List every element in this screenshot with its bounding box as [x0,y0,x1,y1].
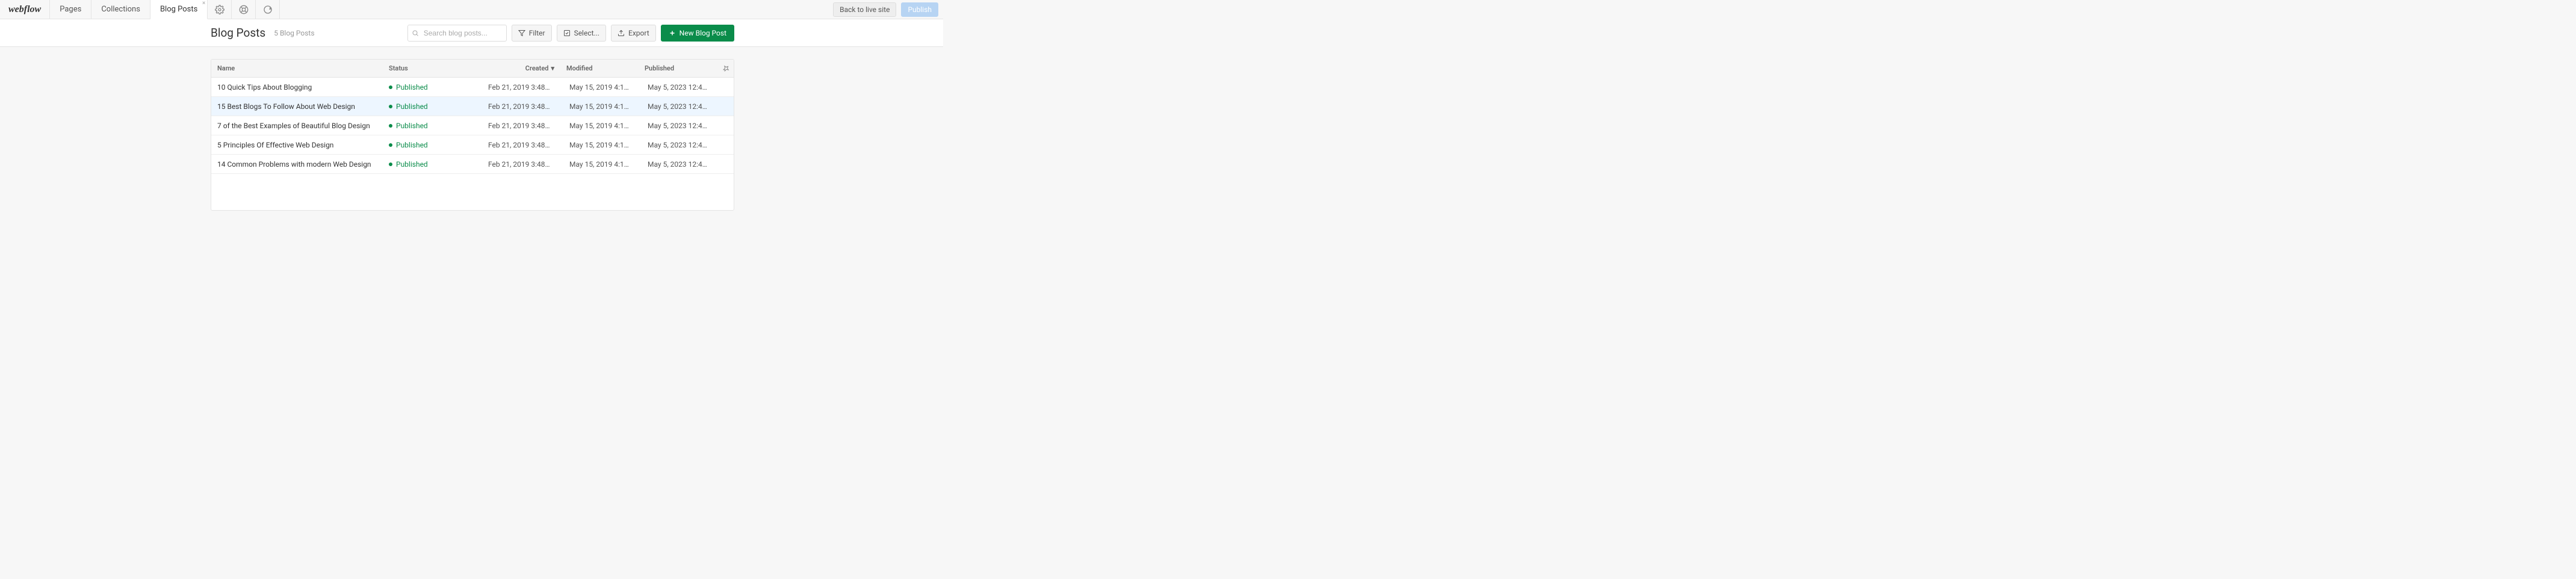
cell-published: May 5, 2023 12:46 PM [639,102,717,111]
table-row[interactable]: 10 Quick Tips About Blogging Published Feb… [211,78,734,97]
status-dot-icon [389,85,392,89]
table-header: Name Status Created ▾ Modified Published [211,60,734,78]
cell-status: Published [383,141,482,149]
page-title: Blog Posts [211,26,265,40]
table-empty-space [211,174,734,210]
filter-label: Filter [529,29,545,37]
cell-created: Feb 21, 2019 3:48 PM [482,102,560,111]
tab-collections[interactable]: Collections [91,0,150,19]
status-text: Published [396,83,428,91]
cell-status: Published [383,83,482,91]
tab-blog-posts[interactable]: Blog Posts × [150,0,208,19]
col-modified[interactable]: Modified [560,64,639,72]
tab-label: Collections [101,5,140,14]
status-text: Published [396,122,428,130]
gear-icon [215,5,224,14]
status-dot-icon [389,143,392,147]
col-created-label: Created [525,64,549,72]
tab-label: Blog Posts [160,5,197,14]
search-icon [412,29,419,37]
col-published[interactable]: Published [639,64,717,72]
toolbar-wrap: Blog Posts 5 Blog Posts Filter Select...… [0,19,943,47]
status-text: Published [396,141,428,149]
table-row[interactable]: 15 Best Blogs To Follow About Web Design… [211,97,734,116]
cell-modified: May 15, 2019 4:14 PM [560,122,639,130]
status-dot-icon [389,163,392,166]
cell-name: 10 Quick Tips About Blogging [211,83,383,91]
settings-tab[interactable] [208,0,232,19]
select-label: Select... [574,29,599,37]
cell-name: 15 Best Blogs To Follow About Web Design [211,102,383,111]
plus-icon [669,29,676,37]
pin-icon [722,65,729,72]
logo[interactable]: webflow [0,0,50,19]
cell-modified: May 15, 2019 4:15 PM [560,141,639,149]
new-label: New Blog Post [680,29,726,37]
help-icon [239,5,249,14]
table-row[interactable]: 7 of the Best Examples of Beautiful Blog… [211,116,734,135]
topbar: webflow Pages Collections Blog Posts × B… [0,0,943,19]
search-input[interactable] [407,25,507,42]
table-row[interactable]: 14 Common Problems with modern Web Desig… [211,155,734,174]
cell-name: 14 Common Problems with modern Web Desig… [211,160,383,169]
cell-modified: May 15, 2019 4:15 PM [560,160,639,169]
cell-modified: May 15, 2019 4:14 PM [560,83,639,91]
select-button[interactable]: Select... [557,25,606,42]
filter-button[interactable]: Filter [512,25,552,42]
tab-pages[interactable]: Pages [50,0,91,19]
share-tab[interactable] [256,0,280,19]
check-icon [563,29,571,37]
col-name[interactable]: Name [211,64,383,72]
right-buttons: Back to live site Publish [828,0,943,19]
toolbar: Blog Posts 5 Blog Posts Filter Select...… [211,19,734,46]
table-body: 10 Quick Tips About Blogging Published Feb… [211,78,734,174]
cell-status: Published [383,102,482,111]
spacer [280,0,828,19]
col-status[interactable]: Status [383,64,482,72]
publish-button[interactable]: Publish [901,2,938,17]
help-tab[interactable] [232,0,256,19]
search-wrap [407,25,507,42]
tab-label: Pages [60,5,81,14]
cell-name: 7 of the Best Examples of Beautiful Blog… [211,122,383,130]
cell-name: 5 Principles Of Effective Web Design [211,141,383,149]
cell-created: Feb 21, 2019 3:48 PM [482,141,560,149]
export-icon [618,29,625,37]
cell-created: Feb 21, 2019 3:48 PM [482,160,560,169]
close-icon[interactable]: × [202,1,205,7]
back-to-live-button[interactable]: Back to live site [833,2,896,17]
item-count: 5 Blog Posts [274,29,314,37]
status-dot-icon [389,124,392,128]
table-row[interactable]: 5 Principles Of Effective Web Design Publ… [211,135,734,155]
export-button[interactable]: Export [611,25,656,42]
share-icon [263,5,273,14]
cell-status: Published [383,160,482,169]
cell-published: May 5, 2023 12:46 PM [639,160,717,169]
cell-status: Published [383,122,482,130]
status-text: Published [396,102,428,111]
table: Name Status Created ▾ Modified Published… [211,59,734,211]
col-created[interactable]: Created ▾ [482,64,560,72]
new-blog-post-button[interactable]: New Blog Post [661,25,734,42]
cell-published: May 5, 2023 12:46 PM [639,122,717,130]
cell-created: Feb 21, 2019 3:48 PM [482,83,560,91]
cell-created: Feb 21, 2019 3:48 PM [482,122,560,130]
cell-published: May 5, 2023 12:46 PM [639,83,717,91]
col-pin[interactable] [717,65,734,72]
cell-modified: May 15, 2019 4:14 PM [560,102,639,111]
status-dot-icon [389,105,392,108]
filter-icon [518,29,525,37]
status-text: Published [396,160,428,169]
cell-published: May 5, 2023 12:46 PM [639,141,717,149]
caret-down-icon: ▾ [551,64,554,72]
export-label: Export [628,29,649,37]
